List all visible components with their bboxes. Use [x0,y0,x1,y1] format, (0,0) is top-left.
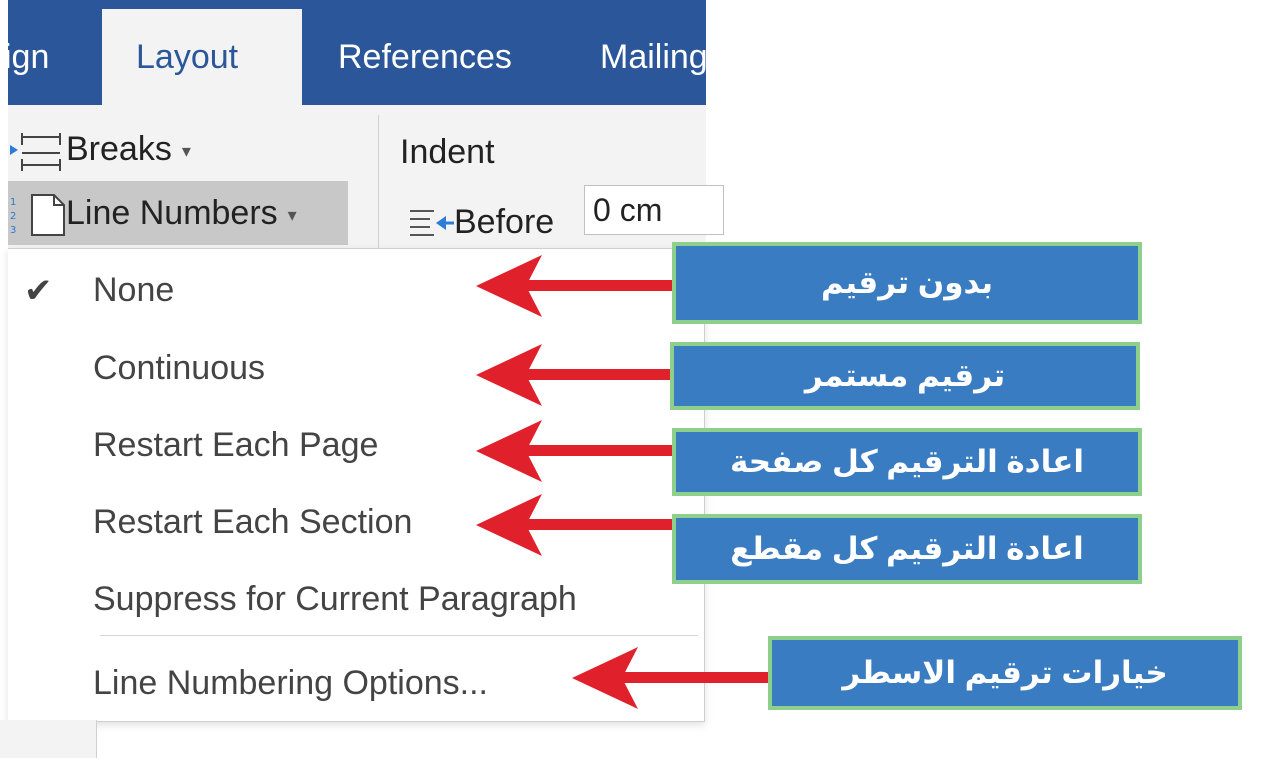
callout-none: بدون ترقيم [672,242,1142,324]
arrow-1 [476,255,672,317]
callout-continuous: ترقيم مستمر [670,342,1140,410]
arrow-4 [476,494,676,556]
arrow-2 [476,344,672,406]
callout-line-numbering-options: خيارات ترقيم الاسطر [768,636,1242,710]
arrow-5 [572,647,772,709]
arrow-3 [476,420,676,482]
callout-restart-each-page: اعادة الترقيم كل صفحة [672,428,1142,496]
callout-restart-each-section: اعادة الترقيم كل مقطع [672,514,1142,584]
